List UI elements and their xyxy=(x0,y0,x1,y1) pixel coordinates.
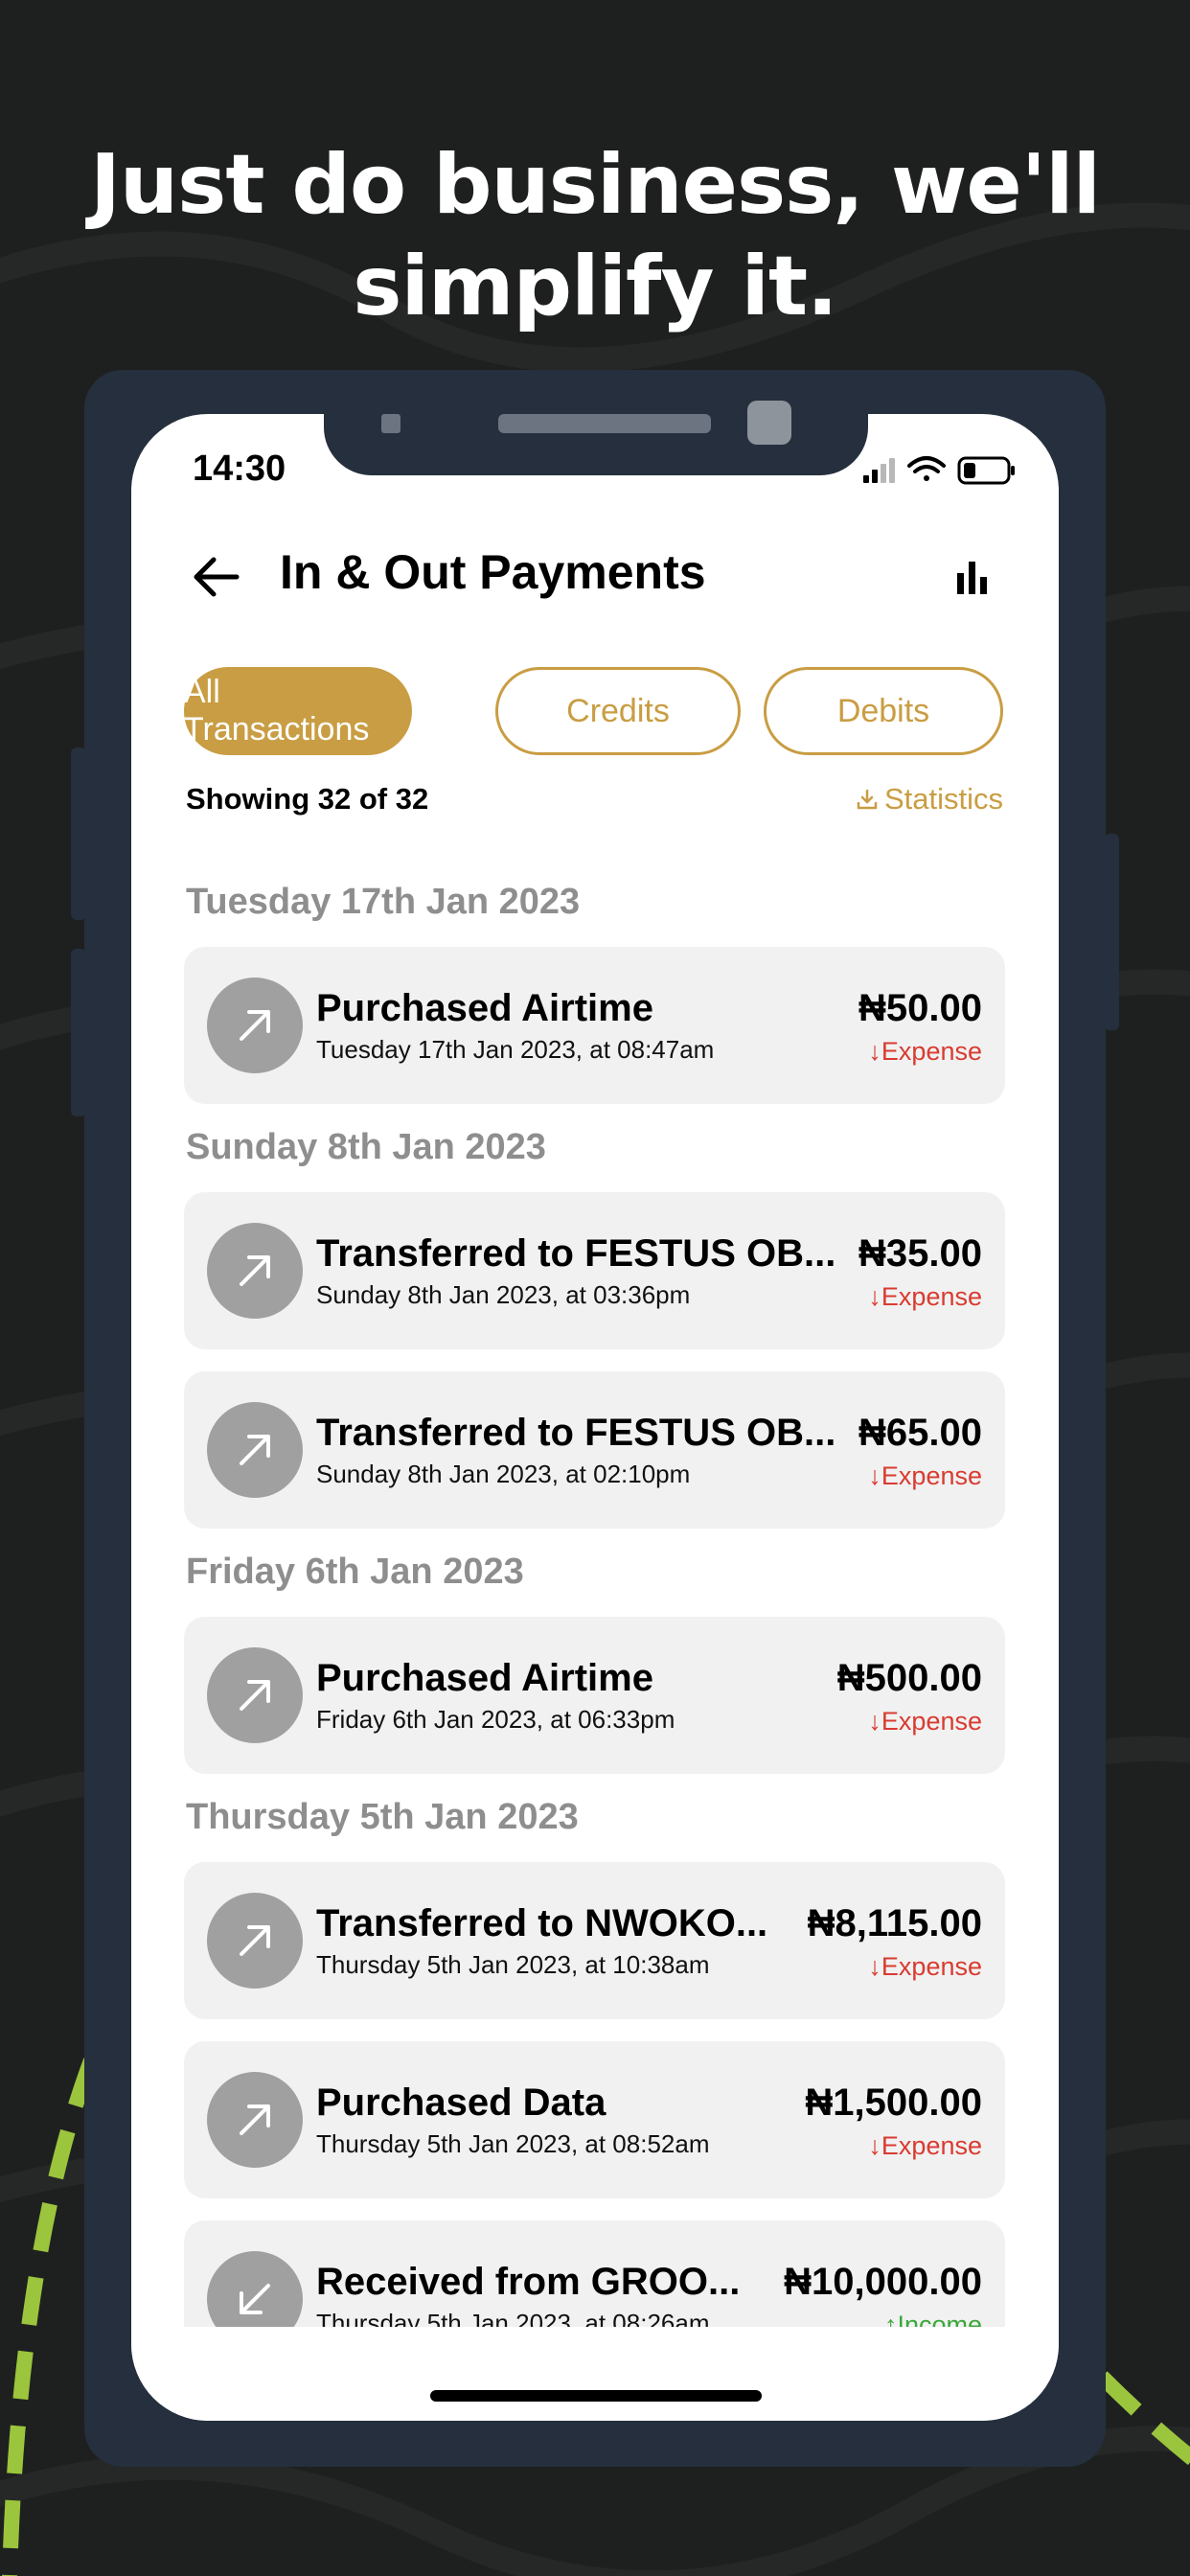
tab-credits[interactable]: Credits xyxy=(495,667,741,755)
notch-sensor xyxy=(381,414,400,433)
statistics-link[interactable]: Statistics xyxy=(856,782,1003,816)
wifi-icon xyxy=(907,456,946,481)
transaction-card[interactable]: Transferred to NWOKO... Thursday 5th Jan… xyxy=(184,1862,1005,2019)
arrow-up-right-icon xyxy=(240,2104,270,2135)
arrow-left-icon[interactable] xyxy=(189,550,242,604)
group-date: Tuesday 17th Jan 2023 xyxy=(186,882,581,922)
transaction-amount: ₦65.00 xyxy=(858,1412,982,1454)
transaction-kind: ↓Expense xyxy=(868,1037,982,1067)
bottom-safe-area xyxy=(131,2327,1059,2421)
tab-debits[interactable]: Debits xyxy=(764,667,1003,755)
transaction-amount: ₦500.00 xyxy=(836,1657,982,1699)
signal-icon xyxy=(863,458,895,483)
transaction-kind-label: Expense xyxy=(881,1461,982,1490)
transaction-datetime: Tuesday 17th Jan 2023, at 08:47am xyxy=(316,1035,715,1064)
transaction-amount: ₦35.00 xyxy=(858,1232,982,1275)
phone-side-button-left-2 xyxy=(71,949,86,1116)
arrow-down-icon: ↓ xyxy=(868,1461,881,1490)
transaction-title: Received from GROO... xyxy=(316,2261,741,2303)
transaction-amount: ₦50.00 xyxy=(858,987,982,1029)
arrow-down-icon: ↓ xyxy=(868,1037,881,1066)
transaction-datetime: Thursday 5th Jan 2023, at 10:38am xyxy=(316,1950,710,1979)
arrow-down-icon: ↓ xyxy=(868,2131,881,2160)
arrow-up-right-icon xyxy=(240,1255,270,1286)
notch-speaker xyxy=(498,414,711,433)
transaction-card[interactable]: Purchased Airtime Friday 6th Jan 2023, a… xyxy=(184,1617,1005,1774)
arrow-up-right-icon xyxy=(240,1010,270,1041)
headline-line-1: Just do business, we'll xyxy=(89,137,1101,233)
transaction-amount: ₦10,000.00 xyxy=(784,2261,982,2303)
download-icon xyxy=(857,789,878,810)
transaction-kind-label: Expense xyxy=(881,1282,982,1311)
phone-side-button-right xyxy=(1104,834,1119,1030)
arrow-up-right-icon xyxy=(240,1680,270,1711)
headline-line-2: simplify it. xyxy=(353,239,837,334)
transaction-title: Purchased Data xyxy=(316,2082,606,2124)
transaction-kind-label: Expense xyxy=(881,1707,982,1736)
arrow-up-right-icon xyxy=(240,1925,270,1956)
transaction-title: Transferred to NWOKO... xyxy=(316,1902,768,1944)
tab-all-transactions[interactable]: All Transactions xyxy=(184,667,412,755)
transaction-avatar xyxy=(207,1402,303,1498)
transaction-card[interactable]: Purchased Airtime Tuesday 17th Jan 2023,… xyxy=(184,947,1005,1104)
group-date: Sunday 8th Jan 2023 xyxy=(186,1127,546,1167)
transaction-kind: ↓Expense xyxy=(868,1282,982,1312)
arrow-down-icon: ↓ xyxy=(868,1707,881,1736)
transaction-datetime: Sunday 8th Jan 2023, at 03:36pm xyxy=(316,1280,691,1309)
arrow-down-icon: ↓ xyxy=(868,1282,881,1311)
transaction-title: Purchased Airtime xyxy=(316,1657,653,1699)
statistics-link-label: Statistics xyxy=(883,782,1003,816)
transaction-avatar xyxy=(207,1223,303,1319)
transaction-kind-label: Expense xyxy=(881,1952,982,1981)
transaction-avatar xyxy=(207,1647,303,1743)
transaction-title: Transferred to FESTUS OB... xyxy=(316,1412,836,1454)
status-time: 14:30 xyxy=(193,448,286,489)
transaction-kind: ↓Expense xyxy=(868,1952,982,1982)
arrow-down-left-icon xyxy=(240,2284,270,2314)
transaction-title: Transferred to FESTUS OB... xyxy=(316,1232,836,1275)
battery-icon xyxy=(957,456,1015,485)
arrow-down-icon: ↓ xyxy=(868,1952,881,1981)
group-date: Thursday 5th Jan 2023 xyxy=(186,1797,579,1837)
transaction-datetime: Friday 6th Jan 2023, at 06:33pm xyxy=(316,1705,675,1734)
transaction-avatar xyxy=(207,1893,303,1989)
transaction-kind-label: Expense xyxy=(881,2131,982,2160)
phone-side-button-left-1 xyxy=(71,748,86,920)
arrow-up-right-icon xyxy=(240,1435,270,1465)
status-icons xyxy=(863,456,1015,485)
transaction-card[interactable]: Purchased Data Thursday 5th Jan 2023, at… xyxy=(184,2041,1005,2198)
bar-chart-icon[interactable] xyxy=(953,558,992,596)
transaction-amount: ₦1,500.00 xyxy=(805,2082,982,2124)
transaction-datetime: Thursday 5th Jan 2023, at 08:52am xyxy=(316,2129,710,2158)
phone-screen: 14:30 In & Out Payments All Transactions… xyxy=(131,414,1059,2421)
transaction-kind: ↓Expense xyxy=(868,2131,982,2161)
page-title: In & Out Payments xyxy=(280,545,706,599)
home-indicator[interactable] xyxy=(430,2390,762,2402)
transaction-title: Purchased Airtime xyxy=(316,987,653,1029)
transaction-datetime: Sunday 8th Jan 2023, at 02:10pm xyxy=(316,1460,691,1488)
transaction-card[interactable]: Transferred to FESTUS OB... Sunday 8th J… xyxy=(184,1371,1005,1529)
transaction-kind: ↓Expense xyxy=(868,1707,982,1736)
group-date: Friday 6th Jan 2023 xyxy=(186,1552,524,1592)
transaction-amount: ₦8,115.00 xyxy=(807,1902,982,1944)
transaction-kind: ↓Expense xyxy=(868,1461,982,1491)
notch-camera xyxy=(747,401,791,445)
phone-notch xyxy=(324,401,868,475)
showing-count: Showing 32 of 32 xyxy=(186,782,429,816)
headline: Just do business, we'll simplify it. xyxy=(0,134,1190,337)
transaction-kind-label: Expense xyxy=(881,1037,982,1066)
transaction-avatar xyxy=(207,978,303,1073)
transaction-card[interactable]: Transferred to FESTUS OB... Sunday 8th J… xyxy=(184,1192,1005,1349)
transaction-avatar xyxy=(207,2072,303,2168)
